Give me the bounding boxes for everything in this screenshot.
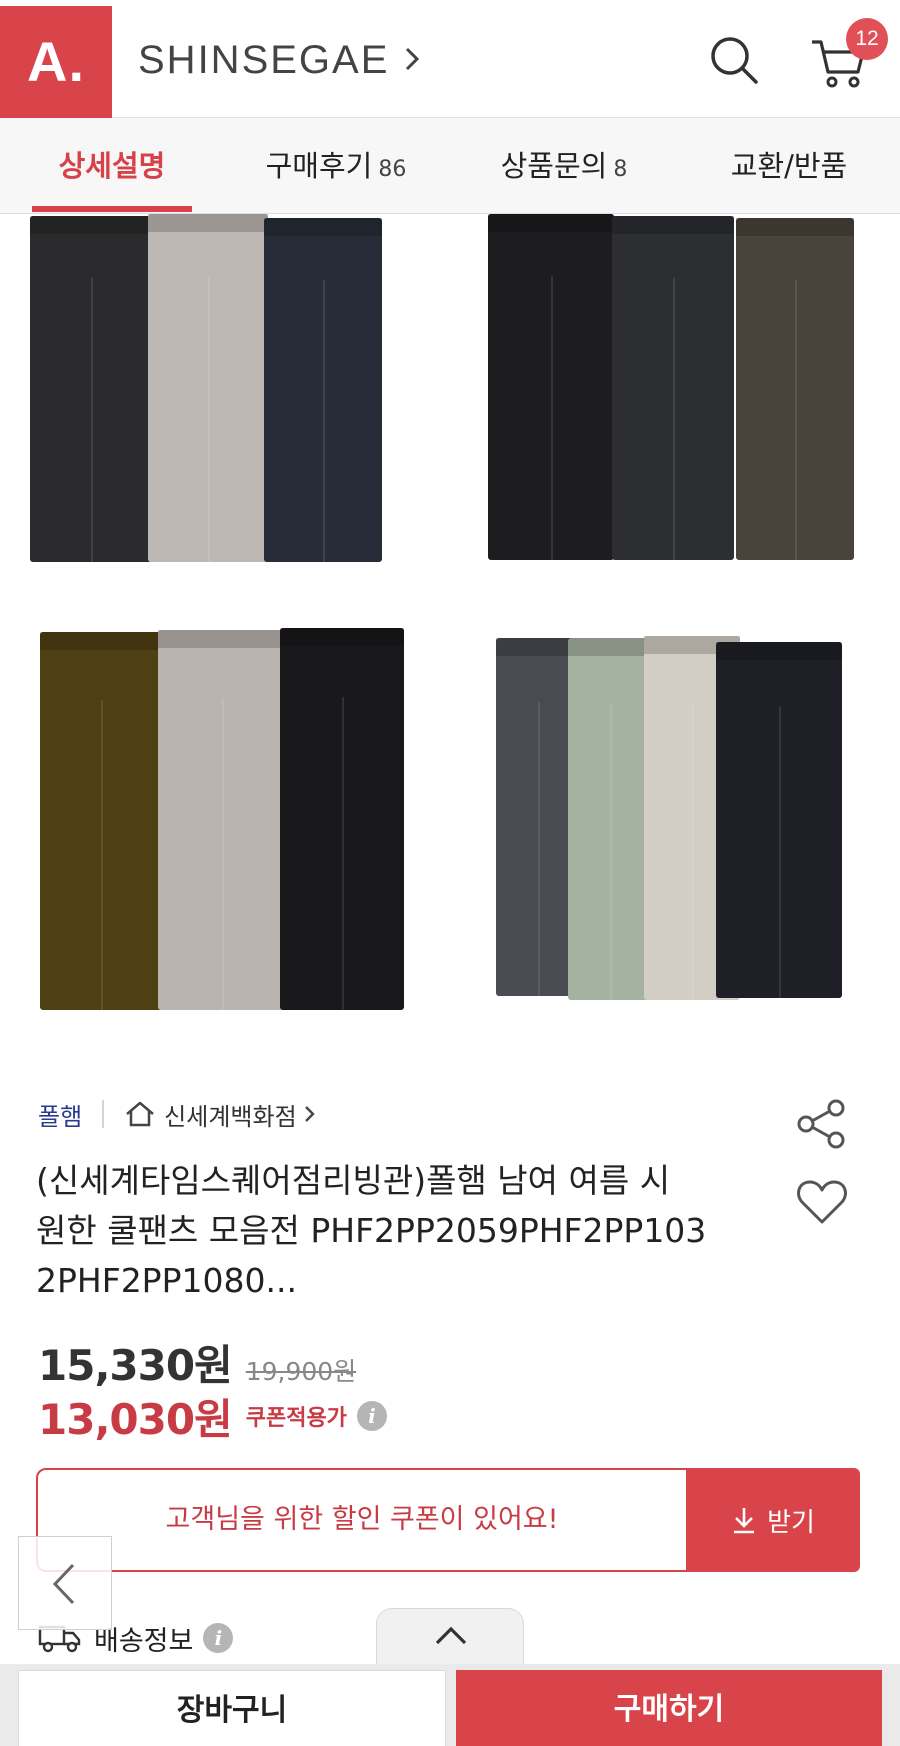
title-line: 2PHF2PP1080...	[36, 1261, 297, 1300]
coupon-download-button[interactable]: 받기	[686, 1468, 860, 1572]
back-button[interactable]	[18, 1536, 112, 1630]
top-header: A. SHINSEGAE 12	[0, 0, 900, 118]
info-icon[interactable]: i	[356, 1401, 387, 1431]
shinsegae-brand-link[interactable]: SHINSEGAE	[138, 36, 389, 84]
coupon-price-row: 13,030원 쿠폰적용가 i	[38, 1388, 387, 1444]
bottom-action-bar: 장바구니 구매하기	[0, 1664, 900, 1746]
tab-exchange-return[interactable]: 교환/반품	[704, 118, 874, 214]
seller-row: 폴햄 신세계백화점	[38, 1094, 317, 1134]
product-pants-image	[280, 628, 404, 1010]
divider	[102, 1100, 105, 1128]
product-pants-image	[40, 632, 162, 1011]
product-pants-image	[716, 642, 842, 999]
brand-link[interactable]: 폴햄	[38, 1097, 82, 1132]
title-line: (신세계타임스퀘어점리빙관)폴햄 남여 여름 시	[36, 1161, 671, 1200]
heart-icon[interactable]	[796, 1178, 848, 1226]
coupon-banner[interactable]: 고객님을 위한 할인 쿠폰이 있어요!	[36, 1468, 688, 1572]
detail-tabs: 상세설명 구매후기 86 상품문의 8 교환/반품	[0, 118, 900, 214]
tab-label: 상세설명	[58, 149, 166, 183]
product-pants-image	[158, 630, 286, 1010]
product-pants-image	[264, 218, 382, 563]
product-pants-image	[488, 214, 614, 560]
sale-price: 15,330원	[38, 1341, 233, 1390]
coupon-download-label: 받기	[767, 1507, 815, 1538]
coupon-price: 13,030원	[38, 1394, 233, 1444]
share-icon[interactable]	[796, 1098, 848, 1150]
ssg-logo[interactable]: A.	[0, 6, 112, 118]
tab-label: 교환/반품	[730, 149, 848, 183]
product-pants-image	[148, 214, 268, 562]
chevron-right-icon	[405, 47, 420, 71]
tab-qna[interactable]: 상품문의 8	[484, 118, 644, 214]
qna-count: 8	[613, 157, 628, 182]
coupon-price-label: 쿠폰적용가	[245, 1406, 347, 1431]
product-pants-image	[736, 218, 854, 560]
home-icon	[126, 1101, 154, 1127]
search-icon[interactable]	[706, 32, 762, 88]
review-count: 86	[378, 157, 407, 182]
buy-now-button[interactable]: 구매하기	[456, 1670, 882, 1746]
original-price: 19,900원	[245, 1357, 357, 1386]
cart-count-badge: 12	[846, 18, 888, 60]
product-pants-image	[568, 638, 652, 1001]
collapse-toggle[interactable]	[376, 1608, 524, 1670]
product-pants-image	[30, 216, 152, 562]
chevron-up-icon	[435, 1626, 467, 1645]
product-pants-image	[612, 216, 734, 561]
download-icon	[734, 1508, 755, 1534]
price-row: 15,330원 19,900원	[38, 1332, 356, 1390]
tab-description[interactable]: 상세설명	[32, 118, 192, 214]
info-icon[interactable]: i	[203, 1623, 234, 1653]
tab-reviews[interactable]: 구매후기 86	[236, 118, 436, 214]
title-line: 원한 쿨팬츠 모음전 PHF2PP2059PHF2PP103	[36, 1211, 707, 1250]
product-image-grid	[0, 214, 900, 1060]
product-title: (신세계타임스퀘어점리빙관)폴햄 남여 여름 시 원한 쿨팬츠 모음전 PHF2…	[36, 1156, 756, 1306]
add-to-cart-button[interactable]: 장바구니	[18, 1670, 446, 1746]
tab-label: 구매후기	[265, 149, 373, 183]
chevron-right-icon	[304, 1106, 315, 1122]
active-tab-indicator	[32, 206, 192, 212]
store-link[interactable]: 신세계백화점	[164, 1097, 296, 1132]
tab-label: 상품문의	[500, 149, 608, 183]
chevron-left-icon	[52, 1563, 75, 1605]
